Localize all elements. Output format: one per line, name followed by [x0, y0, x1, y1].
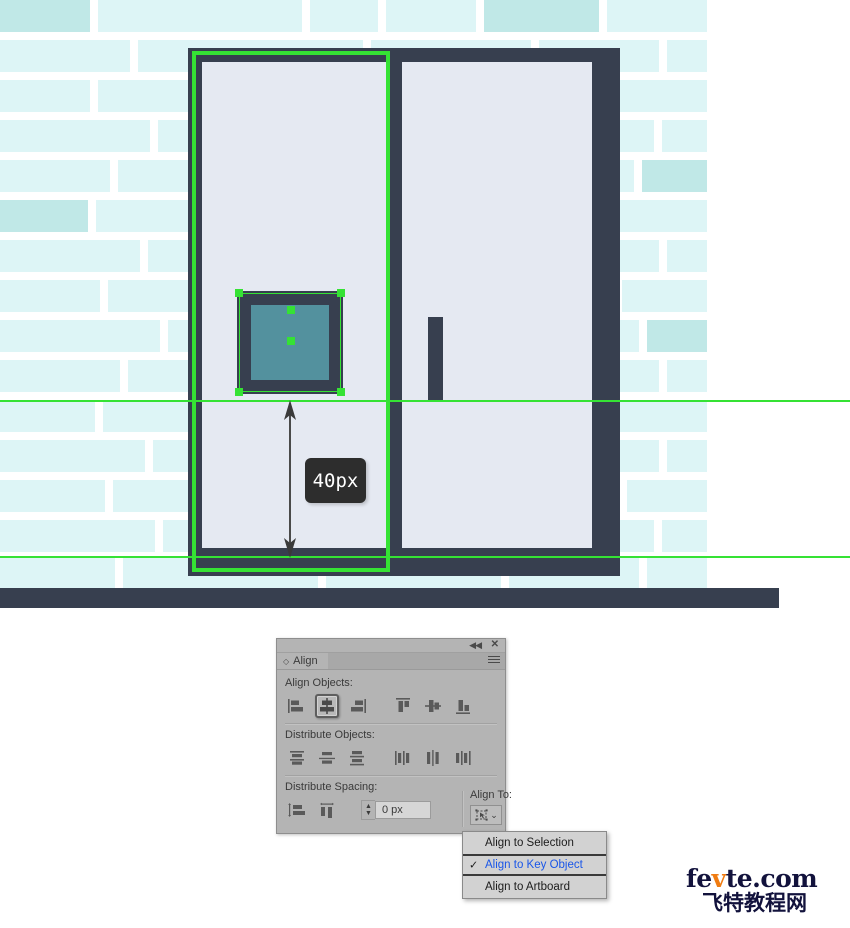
brick — [662, 520, 707, 552]
brick — [667, 440, 707, 472]
panel-divider-1 — [285, 723, 497, 725]
brick — [0, 40, 130, 72]
horizontal-align-right-icon[interactable] — [345, 694, 369, 718]
menu-item-label: Align to Selection — [485, 837, 574, 849]
panel-title-bar: ◀◀ ✕ — [277, 639, 505, 653]
panel-divider-2 — [285, 775, 497, 777]
tab-align-label: Align — [293, 655, 318, 667]
door-handle[interactable] — [428, 317, 443, 400]
brick — [0, 556, 115, 588]
smart-guide-horizontal-top — [0, 400, 850, 402]
check-icon: ✓ — [469, 859, 479, 872]
align-to-key-object-icon — [475, 809, 488, 821]
distribute-spacing-row: ▲ ▼ 0 px — [285, 797, 497, 823]
brick — [0, 320, 160, 352]
vertical-align-center-icon[interactable] — [421, 694, 445, 718]
brick — [0, 360, 120, 392]
brick — [622, 280, 707, 312]
distribute-objects-row — [285, 745, 497, 771]
menu-item-label: Align to Key Object — [485, 859, 583, 871]
stepper-up-icon[interactable]: ▲ — [365, 803, 372, 810]
distribute-spacing-label: Distribute Spacing: — [285, 781, 378, 793]
brick — [0, 520, 155, 552]
vertical-distribute-center-icon[interactable] — [315, 746, 339, 770]
floor-bar — [0, 588, 779, 608]
align-to-label: Align To: — [470, 789, 512, 801]
brick — [98, 0, 302, 32]
smart-guide-horizontal-bottom — [0, 556, 850, 558]
align-objects-row — [285, 693, 497, 719]
brick — [0, 280, 100, 312]
horizontal-distribute-spacing-icon[interactable] — [315, 798, 339, 822]
menu-item-align-to-key-object[interactable]: ✓ Align to Key Object — [463, 854, 606, 876]
brick — [0, 80, 90, 112]
brick — [310, 0, 378, 32]
watermark-tecom: te.com — [725, 864, 818, 893]
spacing-stepper[interactable]: ▲ ▼ — [361, 800, 375, 820]
align-to-dropdown-menu[interactable]: Align to Selection ✓ Align to Key Object… — [462, 831, 607, 899]
vertical-distribute-top-icon[interactable] — [285, 746, 309, 770]
close-panel-icon[interactable]: ✕ — [491, 639, 499, 651]
panel-vertical-separator — [462, 791, 464, 827]
brick — [627, 480, 707, 512]
chevron-down-icon[interactable]: ⌄ — [490, 810, 498, 821]
horizontal-distribute-left-icon[interactable] — [391, 746, 415, 770]
panel-tab-row: ◇ Align — [277, 653, 505, 670]
brick — [0, 240, 140, 272]
brick — [0, 200, 88, 232]
brick — [0, 160, 110, 192]
horizontal-distribute-center-icon[interactable] — [421, 746, 445, 770]
brick — [610, 200, 707, 232]
window-object[interactable] — [237, 291, 343, 394]
tab-align[interactable]: ◇ Align — [277, 653, 328, 669]
vertical-align-bottom-icon[interactable] — [451, 694, 475, 718]
cabinet-door-right-panel[interactable] — [402, 62, 592, 548]
watermark-domain: fevte.com — [686, 866, 826, 892]
watermark-v: v — [711, 864, 727, 893]
brick — [0, 440, 145, 472]
vertical-distribute-spacing-icon[interactable] — [285, 798, 309, 822]
align-to-dropdown-button[interactable]: ⌄ — [470, 805, 502, 825]
window-glass-pane — [251, 305, 329, 380]
vertical-align-top-icon[interactable] — [391, 694, 415, 718]
brick — [607, 0, 707, 32]
horizontal-align-center-icon[interactable] — [315, 694, 339, 718]
brick — [0, 480, 105, 512]
watermark: fevte.com 飞特教程网 — [686, 866, 826, 916]
brick — [667, 40, 707, 72]
stepper-down-icon[interactable]: ▼ — [365, 810, 372, 817]
diamond-icon: ◇ — [283, 656, 290, 666]
spacing-input[interactable]: 0 px — [375, 801, 431, 819]
brick — [612, 400, 707, 432]
collapse-panel-icon[interactable]: ◀◀ — [469, 640, 482, 651]
brick — [667, 360, 707, 392]
brick — [647, 556, 707, 588]
brick — [647, 320, 707, 352]
horizontal-align-left-icon[interactable] — [285, 694, 309, 718]
brick — [642, 160, 707, 192]
watermark-chinese: 飞特教程网 — [702, 891, 807, 915]
measurement-label: 40px — [305, 458, 366, 503]
measurement-arrow — [284, 400, 296, 558]
brick — [667, 240, 707, 272]
brick — [0, 0, 90, 32]
illustration-canvas: 40px — [0, 0, 850, 620]
watermark-fe: fe — [686, 864, 712, 893]
menu-item-label: Align to Artboard — [485, 881, 571, 893]
align-to-block: Align To: ⌄ — [470, 789, 520, 825]
vertical-distribute-bottom-icon[interactable] — [345, 746, 369, 770]
menu-item-align-to-selection[interactable]: Align to Selection — [463, 832, 606, 854]
menu-item-align-to-artboard[interactable]: Align to Artboard — [463, 876, 606, 898]
align-panel[interactable]: ◀◀ ✕ ◇ Align Align Objects: Distribute O… — [276, 638, 512, 834]
distribute-objects-label: Distribute Objects: — [285, 729, 375, 741]
brick — [0, 400, 95, 432]
horizontal-distribute-right-icon[interactable] — [451, 746, 475, 770]
brick — [484, 0, 599, 32]
brick — [386, 0, 476, 32]
panel-menu-icon[interactable] — [488, 656, 500, 665]
brick — [662, 120, 707, 152]
brick — [0, 120, 150, 152]
align-objects-label: Align Objects: — [285, 677, 353, 689]
